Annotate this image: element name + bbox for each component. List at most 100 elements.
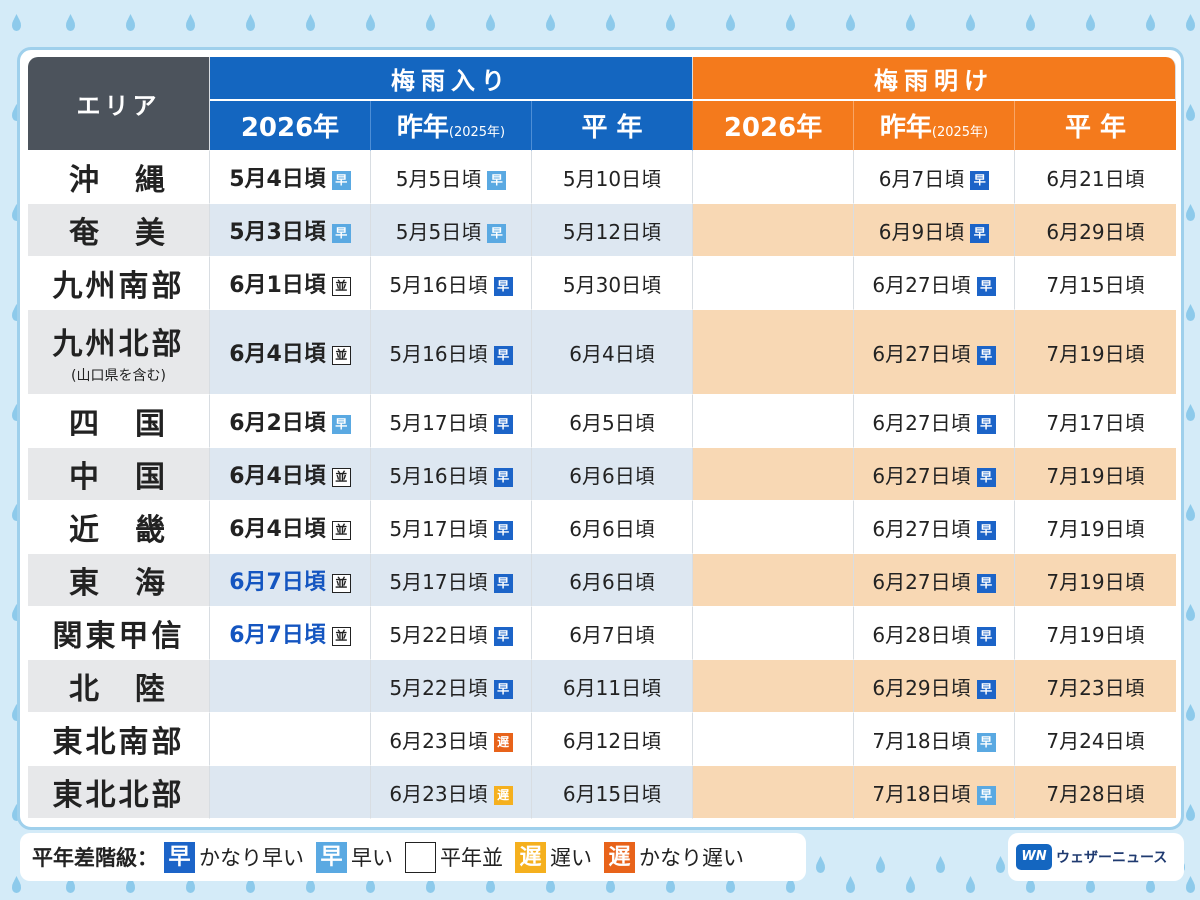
ake-normal-cell: 7月19日頃	[1015, 448, 1177, 501]
table-row: 九州北部 (山口県を含む) 6月4日頃並 5月16日頃早 6月4日頃 6月27日頃早 7月1…	[28, 310, 1177, 395]
iri-normal-cell: 6月5日頃	[532, 395, 694, 448]
badge-early-icon: 早	[487, 223, 507, 243]
iri-2026-cell-text: 6月1日頃	[229, 273, 326, 298]
ake-2026-cell	[693, 204, 855, 257]
raindrop	[846, 18, 855, 31]
iri-last-year-cell-text: 5月22日頃	[389, 675, 488, 700]
badge-early-icon: 早	[331, 171, 351, 190]
legend-late-icon: 遅	[515, 841, 546, 873]
tsuyu-iri-header: 梅雨入り	[210, 57, 694, 101]
legend-vearly-icon: 早	[164, 841, 195, 873]
ake-normal-cell: 6月29日頃	[1015, 204, 1177, 257]
iri-last-year-cell: 5月5日頃早	[371, 151, 532, 204]
iri-2026-cell: 6月7日頃並	[210, 607, 371, 660]
table-row: 近 畿 6月4日頃並 5月17日頃早 6月6日頃 6月27日頃早 7月19日頃	[28, 501, 1177, 554]
ake-normal-cell-text: 7月15日頃	[1046, 272, 1145, 297]
ake-normal-cell: 7月19日頃	[1015, 607, 1177, 660]
ake-normal-cell: 7月17日頃	[1015, 395, 1177, 448]
iri-normal-cell: 5月30日頃	[532, 257, 694, 310]
iri-normal-cell-text: 6月6日頃	[569, 569, 655, 594]
raindrop	[126, 880, 135, 893]
iri-normal-cell-text: 6月4日頃	[569, 341, 655, 366]
raindrop	[666, 18, 675, 31]
raindrop	[126, 18, 135, 31]
ake-2026-cell	[693, 448, 855, 501]
raindrop	[306, 18, 315, 31]
badge-vearly-icon: 早	[493, 467, 513, 487]
raindrop	[426, 880, 435, 893]
iri-last-year-cell-text: 5月17日頃	[389, 516, 488, 541]
iri-last-year-header: 昨年(2025年)	[371, 101, 532, 151]
area-name-text: 関東甲信	[52, 619, 185, 654]
badge-vearly-icon: 早	[493, 679, 513, 699]
raindrop	[726, 880, 735, 893]
area-name-text: 近 畿	[69, 513, 168, 548]
raindrop	[1026, 880, 1035, 893]
raindrop	[1026, 18, 1035, 31]
raindrop	[966, 880, 975, 893]
raindrop	[876, 860, 885, 873]
raindrop	[1186, 18, 1195, 31]
ake-normal-cell-text: 7月19日頃	[1046, 622, 1145, 647]
iri-last-year-cell: 5月5日頃早	[371, 204, 532, 257]
iri-2026-cell-text: 6月7日頃	[229, 570, 326, 595]
raindrop	[1186, 880, 1195, 893]
ake-normal-cell-text: 7月19日頃	[1046, 341, 1145, 366]
ake-last-year-cell: 6月9日頃早	[854, 204, 1016, 257]
area-name-text: 九州北部	[52, 327, 185, 362]
ake-last-year-cell-text: 6月27日頃	[872, 272, 971, 297]
iri-normal-header: 平 年	[532, 101, 694, 151]
ake-2026-cell	[693, 257, 855, 310]
iri-normal-cell: 6月12日頃	[532, 713, 694, 766]
iri-normal-cell-text: 6月6日頃	[569, 516, 655, 541]
raindrop	[966, 18, 975, 31]
iri-normal-cell: 6月6日頃	[532, 501, 694, 554]
raindrop	[1186, 208, 1195, 221]
ake-2026-cell	[693, 766, 855, 819]
ake-normal-cell-text: 7月19日頃	[1046, 516, 1145, 541]
iri-normal-cell: 6月4日頃	[532, 310, 694, 395]
iri-2026-cell-text: 5月3日頃	[229, 220, 326, 245]
badge-early-icon: 早	[976, 732, 996, 752]
ake-last-year-cell: 6月27日頃早	[854, 257, 1016, 310]
raindrop	[906, 880, 915, 893]
area-name-text: 東 海	[69, 566, 168, 601]
badge-vearly-icon: 早	[976, 626, 996, 646]
iri-normal-cell: 5月12日頃	[532, 204, 694, 257]
badge-normal-icon: 並	[331, 521, 351, 540]
iri-normal-cell-text: 5月12日頃	[562, 219, 662, 244]
iri-last-year-cell-text: 5月16日頃	[389, 272, 488, 297]
raindrop	[846, 880, 855, 893]
ake-last-year-cell-text: 6月27日頃	[872, 341, 971, 366]
ake-last-year-cell: 6月27日頃早	[854, 448, 1016, 501]
ake-last-year-cell: 6月27日頃早	[854, 554, 1016, 607]
legend-label: かなり早い	[199, 846, 304, 870]
iri-2026-cell-text: 6月4日頃	[229, 464, 326, 489]
badge-vearly-icon: 早	[976, 276, 996, 296]
badge-vearly-icon: 早	[493, 414, 513, 434]
table-body: 沖 縄 5月4日頃早 5月5日頃早 5月10日頃 6月7日頃早 6月21日頃奄 美 5月3日…	[28, 151, 1177, 819]
area-name: 東北南部	[28, 713, 210, 766]
raindrop	[1186, 608, 1195, 621]
badge-early-icon: 早	[331, 415, 351, 434]
table-row: 関東甲信 6月7日頃並 5月22日頃早 6月7日頃 6月28日頃早 7月19日頃	[28, 607, 1177, 660]
iri-normal-cell: 6月6日頃	[532, 554, 694, 607]
raindrop	[1186, 408, 1195, 421]
ake-2026-cell	[693, 501, 855, 554]
raindrop	[66, 880, 75, 893]
iri-2026-cell: 5月4日頃早	[210, 151, 371, 204]
ake-2026-cell	[693, 151, 855, 204]
raindrop	[1086, 880, 1095, 893]
iri-2026-cell-text: 6月4日頃	[229, 517, 326, 542]
ake-2026-cell	[693, 660, 855, 713]
ake-normal-cell: 7月19日頃	[1015, 554, 1177, 607]
badge-early-icon: 早	[331, 224, 351, 243]
iri-last-year-cell: 5月22日頃早	[371, 607, 532, 660]
ake-last-year-cell-text: 6月27日頃	[872, 410, 971, 435]
raindrop	[1146, 880, 1155, 893]
badge-vearly-icon: 早	[976, 520, 996, 540]
legend-label: かなり遅い	[639, 846, 744, 870]
iri-last-year-cell: 5月17日頃早	[371, 554, 532, 607]
iri-normal-cell-text: 6月7日頃	[569, 622, 655, 647]
table-row: 北 陸 5月22日頃早 6月11日頃 6月29日頃早 7月23日頃	[28, 660, 1177, 713]
